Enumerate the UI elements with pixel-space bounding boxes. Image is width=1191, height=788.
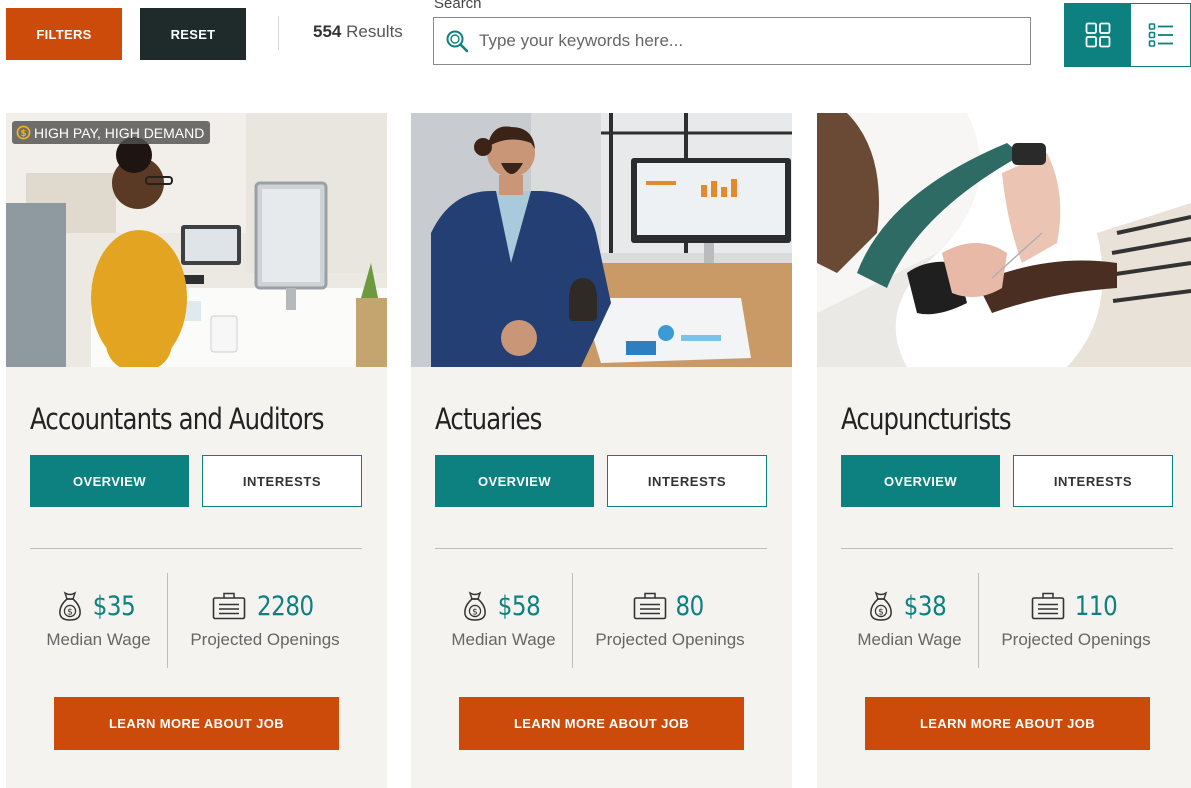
reset-button[interactable]: RESET <box>140 8 246 60</box>
money-bag-icon: $ <box>870 591 893 621</box>
results-number: 554 <box>313 22 342 41</box>
median-wage-value: $58 <box>498 590 541 622</box>
interests-button[interactable]: INTERESTS <box>1013 455 1173 507</box>
toolbar-divider <box>278 16 279 50</box>
job-title[interactable]: Acupuncturists <box>841 402 1012 436</box>
median-wage-stat: $ $58 Median Wage <box>435 589 572 650</box>
filters-button[interactable]: FILTERS <box>6 8 122 60</box>
svg-text:$: $ <box>473 608 479 618</box>
job-title[interactable]: Accountants and Auditors <box>30 402 324 436</box>
overview-button[interactable]: OVERVIEW <box>30 455 189 507</box>
svg-text:$: $ <box>879 608 885 618</box>
results-toolbar: FILTERS RESET 554 Results Search <box>0 0 1191 80</box>
median-wage-label: Median Wage <box>857 630 962 649</box>
median-wage-label: Median Wage <box>451 630 556 649</box>
projected-openings-label: Projected Openings <box>190 630 340 649</box>
job-card: Actuaries OVERVIEW INTERESTS $ $58 Media… <box>411 113 792 788</box>
briefcase-icon <box>634 592 667 620</box>
list-icon <box>1148 23 1173 47</box>
overview-button[interactable]: OVERVIEW <box>841 455 1000 507</box>
high-demand-badge: $ HIGH PAY, HIGH DEMAND <box>12 121 211 144</box>
card-divider <box>841 548 1173 549</box>
job-card: $ HIGH PAY, HIGH DEMAND Accountants and … <box>6 113 387 788</box>
projected-openings-value: 110 <box>1074 590 1118 622</box>
median-wage-stat: $ $38 Median Wage <box>841 589 978 650</box>
svg-text:$: $ <box>20 129 26 139</box>
projected-openings-stat: 2280 Projected Openings <box>168 589 362 650</box>
list-view-button[interactable] <box>1131 3 1191 67</box>
projected-openings-value: 80 <box>675 590 705 622</box>
job-card: Acupuncturists OVERVIEW INTERESTS $ $38 … <box>817 113 1191 788</box>
projected-openings-stat: 110 Projected Openings <box>979 589 1173 650</box>
interests-button[interactable]: INTERESTS <box>202 455 362 507</box>
results-count: 554 Results <box>313 22 403 42</box>
median-wage-value: $38 <box>904 590 947 622</box>
overview-button[interactable]: OVERVIEW <box>435 455 594 507</box>
projected-openings-label: Projected Openings <box>1001 630 1151 649</box>
learn-more-button[interactable]: LEARN MORE ABOUT JOB <box>865 697 1150 750</box>
money-bag-icon: $ <box>59 591 82 621</box>
job-photo <box>411 113 792 367</box>
grid-icon <box>1085 22 1110 48</box>
results-word: Results <box>346 22 403 41</box>
briefcase-icon <box>212 592 245 620</box>
grid-view-button[interactable] <box>1064 3 1131 67</box>
money-bag-icon: $ <box>464 591 487 621</box>
search-label: Search <box>434 0 482 12</box>
job-photo: $ HIGH PAY, HIGH DEMAND <box>6 113 387 367</box>
search-icon <box>445 29 469 53</box>
search-input[interactable] <box>479 31 999 51</box>
job-photo <box>817 113 1191 367</box>
view-toggle <box>1064 3 1191 67</box>
card-divider <box>435 548 767 549</box>
projected-openings-stat: 80 Projected Openings <box>573 589 767 650</box>
median-wage-label: Median Wage <box>46 630 151 649</box>
svg-text:$: $ <box>68 608 74 618</box>
card-divider <box>30 548 362 549</box>
learn-more-button[interactable]: LEARN MORE ABOUT JOB <box>54 697 339 750</box>
badge-label: HIGH PAY, HIGH DEMAND <box>34 124 205 141</box>
projected-openings-value: 2280 <box>256 590 314 622</box>
interests-button[interactable]: INTERESTS <box>607 455 767 507</box>
median-wage-value: $35 <box>93 590 136 622</box>
dollar-cycle-icon: $ <box>16 125 31 140</box>
median-wage-stat: $ $35 Median Wage <box>30 589 167 650</box>
learn-more-button[interactable]: LEARN MORE ABOUT JOB <box>459 697 744 750</box>
briefcase-icon <box>1031 592 1065 620</box>
projected-openings-label: Projected Openings <box>595 630 745 649</box>
search-box[interactable] <box>433 17 1031 65</box>
job-title[interactable]: Actuaries <box>435 402 542 436</box>
